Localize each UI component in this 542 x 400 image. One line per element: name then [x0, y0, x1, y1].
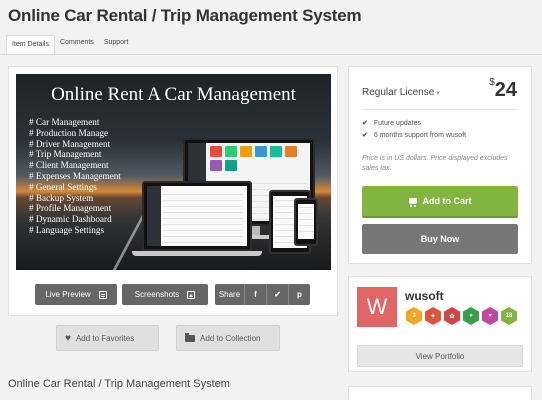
add-to-favorites-button[interactable]: ♥ Add to Favorites [56, 325, 159, 351]
laptop-mockup [142, 181, 252, 251]
page-title: Online Car Rental / Trip Management Syst… [8, 6, 362, 25]
dashboard-tile [285, 146, 297, 157]
screenshots-button[interactable]: Screenshots [122, 284, 208, 305]
dashboard-tile [240, 146, 252, 157]
view-portfolio-button[interactable]: View Portfolio [357, 345, 523, 367]
image-icon [187, 290, 196, 299]
author-badge-icon[interactable]: ● [463, 307, 479, 325]
phone-mockup [294, 198, 318, 246]
license-feature: ✔ Future updates [362, 119, 421, 128]
preview-image[interactable]: Online Rent A Car Management # Car Manag… [16, 74, 331, 270]
author-badges: 3 ✦ ✿ ● ♥ 18 [406, 307, 517, 325]
license-feature: ✔ 6 months support from wusoft [362, 131, 467, 140]
sidebar-card [348, 386, 532, 400]
license-selector[interactable]: Regular License ▾ [362, 87, 440, 98]
banner-title: Online Rent A Car Management [51, 84, 296, 105]
dashboard-tiles [188, 157, 310, 171]
feature-item: # General Settings [29, 181, 97, 192]
laptop-table [163, 194, 243, 244]
laptop-screen [147, 186, 247, 246]
dashboard-tile [270, 146, 282, 157]
feature-item: # Production Manage [29, 127, 109, 138]
add-to-collection-button[interactable]: Add to Collection [176, 325, 280, 351]
price: $24 [489, 77, 517, 102]
author-badge-icon[interactable]: ✦ [425, 307, 441, 325]
license-feature-text: 6 months support from wusoft [373, 131, 467, 139]
avatar[interactable]: W [357, 287, 397, 327]
feature-item: # Car Management [29, 117, 100, 127]
twitter-icon[interactable]: ✔ [266, 284, 288, 305]
price-note: Price is in US dollars. Price displayed … [362, 155, 508, 172]
dashboard-tile [225, 160, 237, 171]
laptop-sidebar [147, 186, 161, 246]
feature-item: # Client Management [29, 160, 109, 171]
chevron-down-icon: ▾ [436, 90, 440, 97]
cart-icon [408, 198, 417, 207]
share-group: Share f ✔ p [215, 284, 310, 305]
dashboard-tile [210, 160, 222, 171]
feature-item: # Dynamic Dashboard [29, 214, 112, 225]
author-name[interactable]: wusoft [405, 289, 444, 303]
item-description-heading: Online Car Rental / Trip Management Syst… [8, 378, 230, 390]
license-feature-text: Future updates [373, 119, 421, 127]
license-name: Regular License [362, 87, 435, 98]
add-to-collection-label: Add to Collection [200, 333, 261, 343]
screenshots-label: Screenshots [134, 290, 180, 299]
dashboard-tile [255, 146, 267, 157]
tab-comments[interactable]: Comments [55, 33, 99, 55]
share-label: Share [215, 284, 244, 305]
price-value: 24 [494, 79, 517, 101]
live-preview-label: Live Preview [45, 290, 91, 299]
facebook-icon[interactable]: f [244, 284, 266, 305]
phone-table [299, 207, 313, 237]
check-icon: ✔ [362, 132, 368, 139]
tab-divider [0, 54, 542, 55]
feature-item: # Driver Management [29, 138, 111, 149]
phone-screen [298, 204, 314, 239]
film-icon [98, 290, 107, 299]
folder-icon [185, 332, 195, 342]
add-to-cart-label: Add to Cart [422, 196, 472, 206]
tab-support[interactable]: Support [99, 33, 134, 55]
item-tabs: Item Details Comments Support [6, 33, 133, 55]
tab-item-details[interactable]: Item Details [6, 35, 55, 55]
check-icon: ✔ [362, 120, 368, 127]
laptop-base [132, 251, 262, 256]
feature-item: # Profile Management [29, 203, 112, 214]
feature-item: # Expenses Management [29, 170, 121, 181]
author-badge-icon[interactable]: ♥ [482, 307, 498, 325]
heart-icon: ♥ [65, 332, 71, 344]
currency-symbol: $ [489, 77, 495, 88]
dashboard-tile [225, 146, 237, 157]
feature-list: # Car Management # Production Manage # D… [29, 117, 121, 236]
item-preview-panel: Online Rent A Car Management # Car Manag… [8, 66, 338, 316]
live-preview-button[interactable]: Live Preview [35, 284, 117, 305]
pinterest-icon[interactable]: p [288, 284, 310, 305]
author-badge-icon[interactable]: 18 [501, 307, 517, 325]
add-to-favorites-label: Add to Favorites [75, 333, 135, 343]
dashboard-tiles [188, 143, 310, 157]
feature-item: # Trip Management [29, 149, 102, 160]
feature-item: # Language Settings [29, 224, 105, 235]
author-badge-icon[interactable]: 3 [406, 307, 422, 325]
author-badge-icon[interactable]: ✿ [444, 307, 460, 325]
feature-item: # Backup System [29, 192, 94, 203]
license-divider [362, 109, 518, 110]
add-to-cart-button[interactable]: Add to Cart [362, 186, 518, 216]
author-card: W wusoft 3 ✦ ✿ ● ♥ 18 View Portfolio [348, 276, 532, 372]
buy-now-button[interactable]: Buy Now [362, 224, 518, 254]
license-card: Regular License ▾ $24 ✔ Future updates ✔ … [348, 66, 532, 264]
dashboard-tile [210, 146, 222, 157]
